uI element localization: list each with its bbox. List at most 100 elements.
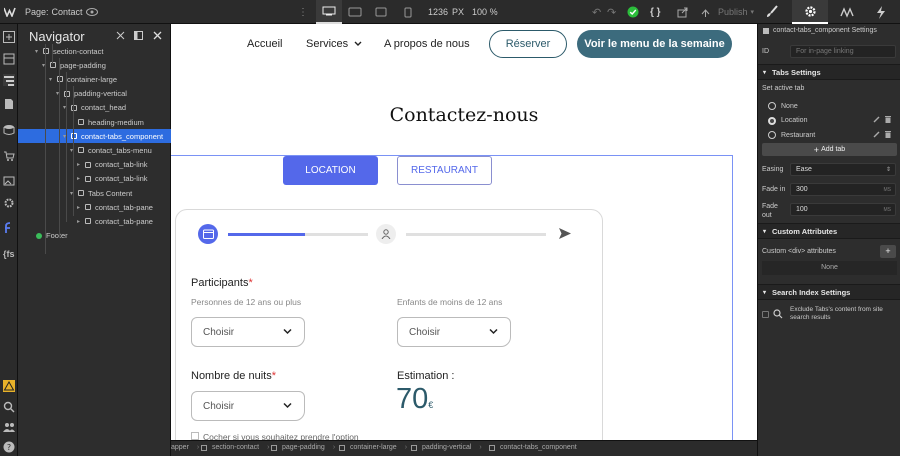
radio-icon[interactable] xyxy=(768,131,776,139)
navigator-item[interactable]: ▸ contact_tab-link xyxy=(18,158,171,172)
navigator-item-label: contact_tab-link xyxy=(95,174,148,184)
navigator-item[interactable]: ▾ contact-tabs_component xyxy=(18,129,171,144)
navigator-item[interactable]: ▾ contact_head xyxy=(18,101,171,115)
mobile-icon[interactable] xyxy=(404,0,412,24)
custom-attributes-header[interactable]: ▾ Custom Attributes xyxy=(758,223,900,239)
page-selector[interactable]: Page: Contact xyxy=(25,0,83,24)
navigator-icon[interactable] xyxy=(3,74,15,86)
interactions-icon[interactable] xyxy=(840,0,854,24)
reserver-button[interactable]: Réserver xyxy=(489,30,567,58)
fadein-input[interactable]: 300 MS xyxy=(790,183,896,196)
toggle-icon[interactable]: ▸ xyxy=(77,218,83,225)
trash-icon[interactable] xyxy=(885,116,891,125)
exclude-checkbox[interactable] xyxy=(762,311,769,318)
nav-link-services[interactable]: Services xyxy=(306,38,362,50)
navigator-item[interactable]: ▸ contact_tab-pane xyxy=(18,214,171,228)
navigator-item[interactable]: Footer xyxy=(18,229,171,243)
trash-icon[interactable] xyxy=(885,130,891,140)
send-icon[interactable] xyxy=(558,227,572,245)
settings-icon[interactable] xyxy=(3,196,15,208)
breadcrumb-item[interactable]: page-padding › xyxy=(271,444,335,451)
edit-icon[interactable] xyxy=(873,116,880,125)
dock-icon[interactable] xyxy=(134,31,143,42)
eye-icon[interactable] xyxy=(86,0,98,24)
toggle-icon[interactable]: ▸ xyxy=(77,204,83,211)
add-tab-button[interactable]: + Add tab xyxy=(762,143,897,156)
tablet-landscape-icon[interactable] xyxy=(348,0,362,24)
id-input[interactable]: For in-page linking xyxy=(790,45,896,58)
assets-icon[interactable] xyxy=(3,174,15,186)
desktop-breakpoint-icon[interactable] xyxy=(316,0,342,24)
radio-icon[interactable] xyxy=(768,102,776,110)
design-canvas[interactable]: Accueil Services A propos de nous Réserv… xyxy=(171,24,757,440)
close-icon[interactable] xyxy=(153,31,162,42)
tablet-icon[interactable] xyxy=(375,0,387,24)
check-icon[interactable] xyxy=(627,0,639,24)
toggle-icon[interactable]: ▾ xyxy=(35,48,41,55)
tab-location[interactable]: LOCATION xyxy=(283,156,378,185)
menu-semaine-button[interactable]: Voir le menu de la semaine xyxy=(577,30,732,58)
users-icon[interactable] xyxy=(3,420,15,432)
active-tab-option[interactable]: None xyxy=(762,99,897,113)
set-active-label: Set active tab xyxy=(762,85,805,92)
navigator-item[interactable]: ▾ contact_tabs-menu xyxy=(18,143,171,157)
fs-icon[interactable]: {fs xyxy=(3,244,17,259)
search-index-header[interactable]: ▾ Search Index Settings xyxy=(758,284,900,300)
ecommerce-icon[interactable] xyxy=(3,149,15,161)
navigator-item[interactable]: ▸ contact_tab-pane xyxy=(18,200,171,214)
nights-select[interactable]: Choisir xyxy=(191,391,305,421)
navigator-item[interactable]: ▾ padding-vertical xyxy=(18,87,171,101)
collapse-all-icon[interactable] xyxy=(116,31,125,42)
navigator-item[interactable]: ▾ Tabs Content xyxy=(18,186,171,200)
easing-select[interactable]: Ease ⇕ xyxy=(790,163,896,176)
add-icon[interactable] xyxy=(3,30,15,43)
toggle-icon[interactable]: ▸ xyxy=(77,161,83,168)
tabs-settings-header[interactable]: ▾ Tabs Settings xyxy=(758,64,900,80)
lightning-icon[interactable] xyxy=(876,0,886,24)
breadcrumb-item[interactable]: apper › xyxy=(171,444,199,451)
adults-select[interactable]: Choisir xyxy=(191,317,305,347)
breadcrumb-item[interactable]: section-contact › xyxy=(201,444,269,451)
navigator-item[interactable]: ▾ section-contact xyxy=(18,44,171,58)
toggle-icon[interactable]: ▾ xyxy=(49,76,55,83)
navigator-item[interactable]: ▸ contact_tab-link xyxy=(18,172,171,186)
breadcrumb-item[interactable]: padding-vertical › xyxy=(411,444,482,451)
tab-restaurant[interactable]: RESTAURANT xyxy=(397,156,492,185)
breadcrumb-item[interactable]: container-large › xyxy=(339,444,407,451)
code-icon[interactable]: { } xyxy=(650,0,661,24)
calendar-icon[interactable] xyxy=(198,224,218,244)
navigator-item[interactable]: heading-medium xyxy=(18,115,171,129)
radio-icon[interactable] xyxy=(768,116,776,125)
fadeout-input[interactable]: 100 MS xyxy=(790,203,896,216)
option-checkbox[interactable] xyxy=(191,432,199,440)
redo-icon[interactable]: ↷ xyxy=(607,0,616,24)
toggle-icon[interactable]: ▸ xyxy=(77,175,83,182)
webflow-logo-icon[interactable] xyxy=(4,0,18,24)
brush-icon[interactable] xyxy=(765,0,779,24)
export-icon[interactable] xyxy=(677,0,688,24)
publish-button[interactable]: Publish ▾ xyxy=(718,0,754,24)
edit-icon[interactable] xyxy=(873,131,880,140)
finsweet-icon[interactable] xyxy=(3,221,15,233)
nav-link-apropos[interactable]: A propos de nous xyxy=(384,38,470,50)
children-select[interactable]: Choisir xyxy=(397,317,511,347)
navigator-item[interactable]: ▾ page-padding xyxy=(18,58,171,72)
user-icon[interactable] xyxy=(376,224,396,244)
nav-link-accueil[interactable]: Accueil xyxy=(247,38,282,50)
warning-icon[interactable] xyxy=(3,379,15,392)
share-icon[interactable] xyxy=(700,0,711,24)
navigator-item[interactable]: ▾ container-large xyxy=(18,72,171,86)
search-icon[interactable] xyxy=(3,400,15,413)
active-tab-option[interactable]: Location xyxy=(762,114,897,128)
active-tab-option[interactable]: Restaurant xyxy=(762,128,897,142)
pages-icon[interactable] xyxy=(3,52,15,65)
page-icon[interactable] xyxy=(3,97,15,109)
help-icon[interactable]: ? xyxy=(3,440,15,453)
more-icon[interactable]: ⋮ xyxy=(298,0,308,24)
breadcrumb-label: padding-vertical xyxy=(422,444,472,451)
undo-icon[interactable]: ↶ xyxy=(592,0,601,24)
add-attribute-button[interactable]: + xyxy=(880,245,896,258)
cms-icon[interactable] xyxy=(3,123,15,135)
breadcrumb-item[interactable]: contact-tabs_component xyxy=(489,444,577,451)
settings-gear-icon[interactable] xyxy=(792,0,828,24)
